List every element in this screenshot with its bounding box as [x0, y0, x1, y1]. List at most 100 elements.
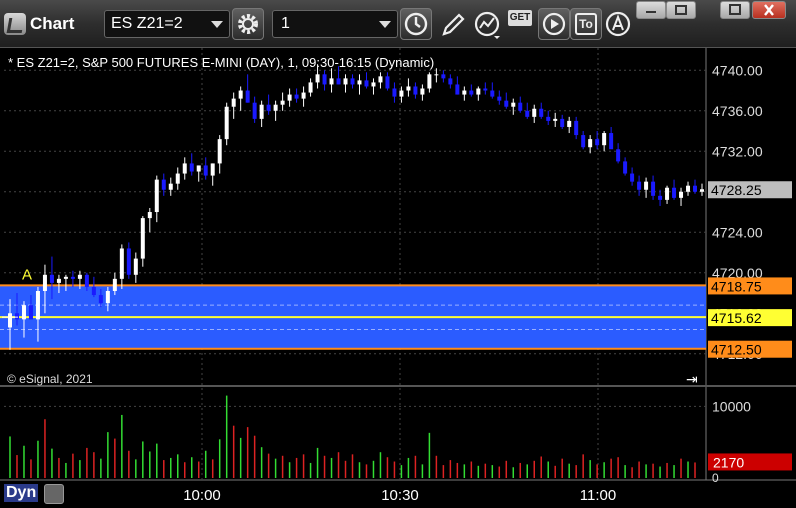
candle-body — [98, 295, 103, 304]
candle-body — [287, 94, 292, 101]
candle-body — [189, 163, 194, 172]
y-tick-label: 4724.00 — [712, 224, 763, 240]
candle-body — [231, 98, 236, 107]
candle-body — [119, 248, 124, 279]
candle-body — [623, 161, 628, 174]
alert-icon — [605, 11, 631, 37]
candle-body — [420, 88, 425, 95]
time-button[interactable] — [400, 8, 432, 40]
candle-body — [546, 116, 551, 121]
band-bottom-label: 4712.50 — [711, 342, 762, 358]
candle-body — [378, 76, 383, 83]
candle-body — [343, 78, 348, 85]
candle-body — [154, 179, 159, 213]
candle-body — [8, 313, 12, 328]
candle-body — [427, 74, 432, 89]
candle-body — [497, 96, 502, 101]
volume-tick-label: 10000 — [712, 398, 751, 414]
candle-body — [301, 92, 306, 99]
candle-body — [168, 183, 173, 190]
candle-body — [651, 181, 656, 196]
candle-body — [182, 163, 187, 174]
candle-body — [147, 212, 152, 219]
candle-body — [259, 104, 264, 119]
candle-body — [658, 195, 663, 200]
interval-value: 1 — [281, 15, 290, 32]
candle-body — [567, 120, 572, 127]
pencil-icon — [442, 13, 465, 36]
candle-body — [490, 90, 495, 97]
symbol-dropdown-icon[interactable] — [211, 21, 223, 28]
candle-body — [210, 163, 215, 176]
restore-button[interactable] — [666, 1, 696, 19]
candle-body — [448, 78, 453, 85]
minimize-icon — [646, 11, 656, 13]
replay-button[interactable] — [538, 8, 570, 40]
maximize-button[interactable] — [720, 1, 750, 19]
candle-body — [203, 165, 208, 176]
candle-body — [399, 90, 404, 97]
candle-body — [462, 90, 467, 95]
candle-body — [105, 291, 110, 304]
candle-body — [525, 110, 530, 117]
text-tool-button[interactable]: To — [570, 8, 602, 40]
candle-body — [441, 74, 446, 79]
candle-body — [336, 78, 341, 85]
candle-body — [672, 187, 677, 198]
lock-icon[interactable] — [44, 484, 64, 504]
candle-body — [252, 102, 257, 119]
candle-body — [91, 286, 96, 296]
candle-body — [595, 139, 600, 146]
interval-dropdown-icon[interactable] — [379, 21, 391, 28]
minimize-button[interactable] — [636, 1, 666, 19]
candle-body — [329, 78, 334, 85]
candle-body — [217, 139, 222, 164]
play-icon — [542, 12, 566, 36]
candle-body — [126, 248, 131, 275]
candle-body — [63, 276, 68, 279]
price-chart[interactable]: 4740.004736.004732.004728.004724.004720.… — [0, 48, 796, 508]
get-data-button[interactable]: GET — [508, 10, 536, 40]
window-title-text: Chart — [30, 14, 75, 33]
candle-body — [385, 76, 390, 89]
settings-button[interactable] — [232, 8, 264, 40]
candle-body — [511, 102, 516, 107]
studies-button[interactable] — [474, 10, 504, 40]
maximize-icon — [729, 4, 741, 15]
interval-input[interactable]: 1 — [272, 10, 398, 38]
candle-body — [21, 305, 26, 320]
candle-body — [266, 104, 271, 111]
candle-body — [273, 104, 278, 111]
draw-tool-button[interactable] — [438, 10, 468, 40]
candle-body — [581, 135, 586, 148]
candle-body — [112, 278, 117, 291]
candle-body — [357, 80, 362, 85]
candle-body — [56, 278, 61, 283]
candle-body — [70, 276, 75, 279]
alert-button[interactable] — [604, 10, 634, 40]
close-button[interactable] — [752, 1, 786, 19]
close-icon — [764, 4, 774, 16]
candle-body — [175, 173, 180, 184]
copyright-text: © eSignal, 2021 — [7, 372, 93, 386]
candle-body — [161, 179, 166, 190]
candle-body — [483, 88, 488, 91]
volume-tick-label: 0 — [712, 471, 719, 485]
chart-area[interactable]: 4740.004736.004732.004728.004724.004720.… — [0, 48, 796, 508]
x-tick-label: 10:00 — [183, 487, 221, 504]
chart-app-icon — [4, 13, 26, 35]
y-tick-label: 4732.00 — [712, 143, 763, 159]
candle-body — [539, 108, 544, 117]
candle-body — [679, 191, 684, 198]
candle-body — [413, 86, 418, 95]
candle-body — [693, 185, 698, 192]
candle-body — [35, 291, 40, 320]
candle-body — [350, 78, 355, 85]
scroll-to-end-icon[interactable]: ⇥ — [686, 371, 698, 388]
restore-icon — [675, 5, 687, 15]
study-icon — [474, 11, 500, 39]
chart-toolbar: Chart ES Z21=2 1 GET To — [0, 0, 796, 48]
mid-price-label: 4715.62 — [711, 310, 762, 326]
symbol-input[interactable]: ES Z21=2 — [104, 10, 230, 38]
dynamic-mode-label[interactable]: Dyn — [4, 484, 39, 502]
